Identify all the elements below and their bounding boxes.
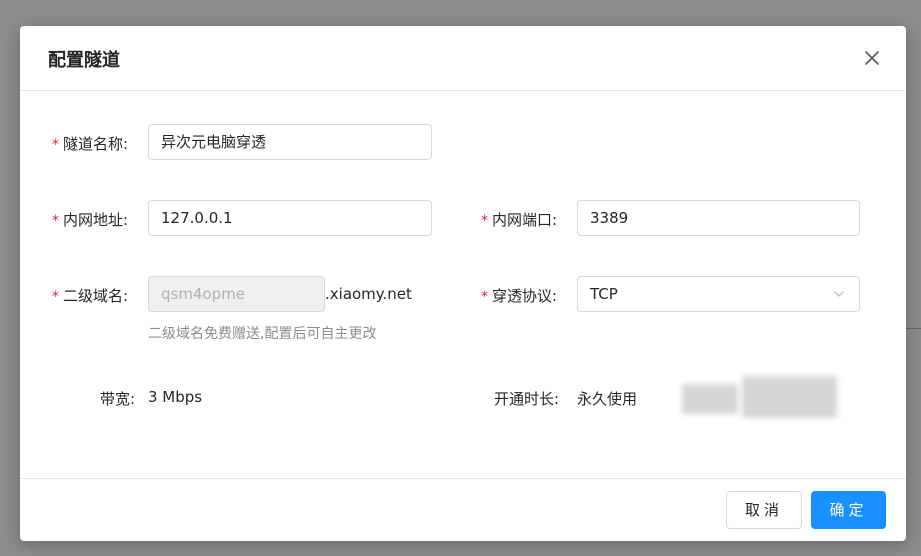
required-mark: * <box>52 137 59 153</box>
local-port-label-text: 内网端口: <box>492 211 558 229</box>
cancel-button[interactable]: 取消 <box>726 491 802 529</box>
protocol-label: * 穿透协议: <box>481 285 557 306</box>
required-mark: * <box>481 213 488 229</box>
subdomain-hint: 二级域名免费赠送,配置后可自主更改 <box>148 326 377 342</box>
close-icon <box>865 51 879 65</box>
required-mark: * <box>52 289 59 305</box>
chevron-down-icon <box>834 291 844 297</box>
local-port-input[interactable]: 3389 <box>577 200 860 236</box>
tunnel-name-input[interactable]: 异次元电脑穿透 <box>148 124 432 160</box>
close-button[interactable] <box>860 46 884 70</box>
subdomain-label-text: 二级域名: <box>63 287 129 305</box>
protocol-select[interactable]: TCP <box>577 276 860 312</box>
local-address-input[interactable]: 127.0.0.1 <box>148 200 432 236</box>
subdomain-label: * 二级域名: <box>52 285 128 306</box>
required-mark: * <box>481 289 488 305</box>
dialog-title: 配置隧道 <box>48 50 120 71</box>
protocol-label-text: 穿透协议: <box>492 287 558 305</box>
dialog-footer: 取消 确定 <box>20 478 906 542</box>
bandwidth-value: 3 Mbps <box>148 388 203 406</box>
subdomain-input[interactable]: qsm4opme <box>148 276 325 312</box>
configure-tunnel-dialog: 配置隧道 * 隧道名称: 异次元电脑穿透 * 内网地址: 127.0.0.1 * 内网… <box>20 26 906 541</box>
duration-label: 开通时长: <box>494 390 560 408</box>
local-address-label: * 内网地址: <box>52 209 128 230</box>
redacted-area <box>742 376 837 418</box>
confirm-button[interactable]: 确定 <box>811 491 886 529</box>
bandwidth-label: 带宽: <box>100 390 136 408</box>
protocol-selected-value: TCP <box>590 285 618 303</box>
domain-suffix: .xiaomy.net <box>325 285 412 303</box>
tunnel-name-label: * 隧道名称: <box>52 133 128 154</box>
local-address-label-text: 内网地址: <box>63 211 129 229</box>
required-mark: * <box>52 213 59 229</box>
tunnel-name-label-text: 隧道名称: <box>63 135 129 153</box>
dialog-header: 配置隧道 <box>20 26 906 91</box>
background-divider <box>905 328 921 329</box>
redacted-area <box>682 384 738 414</box>
duration-value: 永久使用 <box>577 390 638 408</box>
local-port-label: * 内网端口: <box>481 209 557 230</box>
